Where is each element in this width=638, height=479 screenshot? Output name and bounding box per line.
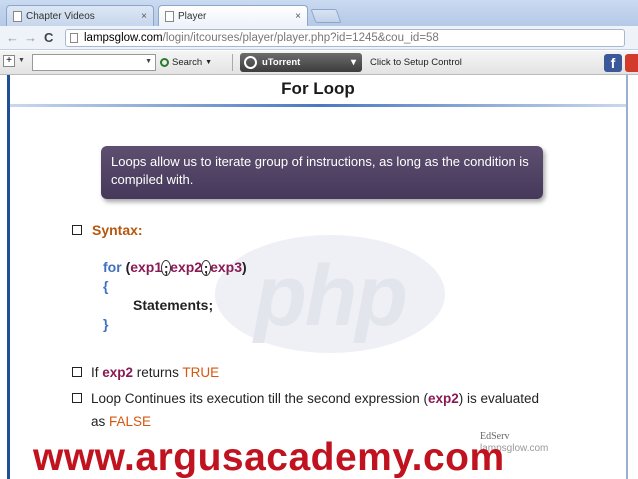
chevron-down-icon[interactable]: ▼: [205, 59, 212, 66]
bullet-checkbox-icon: [72, 225, 82, 235]
toolbar-search-input[interactable]: ▼: [32, 54, 156, 71]
code-statements: Statements;: [133, 297, 214, 313]
slide-viewport: For Loop php Loops allow us to iterate g…: [0, 75, 638, 479]
bullet-text-false-line2: as FALSE: [91, 414, 151, 429]
definition-callout: Loops allow us to iterate group of instr…: [101, 146, 543, 199]
slide-border: [626, 75, 628, 479]
code-keyword: for: [103, 259, 122, 275]
extension-icon[interactable]: [625, 54, 638, 72]
title-divider: [10, 104, 626, 107]
close-icon[interactable]: ×: [295, 11, 301, 22]
bullet-text-true: If exp2 returns TRUE: [91, 365, 219, 380]
tab-label: Player: [178, 10, 207, 22]
url-input[interactable]: lampsglow.com/login/itcourses/player/pla…: [65, 29, 625, 47]
search-button[interactable]: Search ▼: [160, 54, 212, 71]
forward-button[interactable]: →: [24, 30, 37, 45]
code-paren: ): [242, 259, 247, 275]
chevron-down-icon[interactable]: ▾: [351, 57, 362, 68]
text: If: [91, 365, 103, 380]
tab-player[interactable]: Player ×: [158, 5, 308, 26]
code-for-line: for (exp1; exp2; exp3): [103, 259, 247, 277]
reload-button[interactable]: C: [44, 30, 53, 45]
tab-chapter-videos[interactable]: Chapter Videos ×: [6, 5, 154, 26]
close-icon[interactable]: ×: [141, 11, 147, 22]
text: returns: [133, 365, 183, 380]
php-watermark-text: php: [254, 248, 408, 344]
new-tab-button[interactable]: [310, 9, 342, 23]
page-icon: [70, 33, 78, 43]
false-highlight: FALSE: [109, 414, 152, 429]
text: as: [91, 414, 110, 429]
plus-icon[interactable]: +: [3, 55, 15, 67]
utorrent-button[interactable]: uTorrent ▾: [240, 53, 362, 72]
code-exp2: exp2: [170, 259, 203, 275]
tab-label: Chapter Videos: [26, 10, 95, 22]
chevron-down-icon[interactable]: ▼: [145, 58, 152, 65]
utorrent-label: uTorrent: [262, 57, 301, 68]
code-exp3: exp3: [210, 259, 242, 275]
url-path: /login/itcourses/player/player.php?id=12…: [162, 32, 439, 44]
slide-border: [7, 75, 10, 479]
bullet-checkbox-icon: [72, 367, 82, 377]
code-close-brace: }: [103, 316, 109, 332]
separator: [232, 54, 233, 71]
facebook-icon[interactable]: f: [604, 54, 622, 72]
exp2-highlight: exp2: [102, 365, 134, 380]
chevron-down-icon[interactable]: ▼: [18, 57, 25, 64]
bullet-text-false: Loop Continues its execution till the se…: [91, 391, 591, 406]
bullet-checkbox-icon: [72, 393, 82, 403]
slide-title: For Loop: [281, 79, 355, 98]
syntax-label: Syntax:: [92, 222, 143, 238]
code-exp1: exp1: [130, 259, 163, 275]
search-button-label: Search: [172, 57, 203, 68]
true-highlight: TRUE: [182, 365, 220, 380]
page-icon: [165, 10, 174, 22]
search-icon: [160, 58, 169, 67]
setup-control-link[interactable]: Click to Setup Control: [370, 57, 462, 68]
code-open-brace: {: [103, 278, 109, 294]
plugin-toolbar: + ▼ ▼ Search ▼ uTorrent ▾ Click to Setup…: [0, 51, 638, 75]
php-watermark: php: [215, 235, 445, 353]
back-button[interactable]: ←: [6, 30, 19, 45]
address-bar-row: ← → C lampsglow.com/login/itcourses/play…: [0, 26, 638, 50]
exp2-highlight: exp2: [427, 391, 459, 406]
text: ) is evaluated: [458, 391, 540, 406]
utorrent-icon: [244, 56, 257, 69]
tab-bar: Chapter Videos × Player ×: [0, 0, 638, 26]
url-host: lampsglow.com: [84, 32, 163, 44]
text: Loop Continues its execution till the se…: [91, 391, 428, 406]
page-icon: [13, 10, 22, 22]
watermark-banner: www.argusacademy.com: [33, 436, 505, 479]
